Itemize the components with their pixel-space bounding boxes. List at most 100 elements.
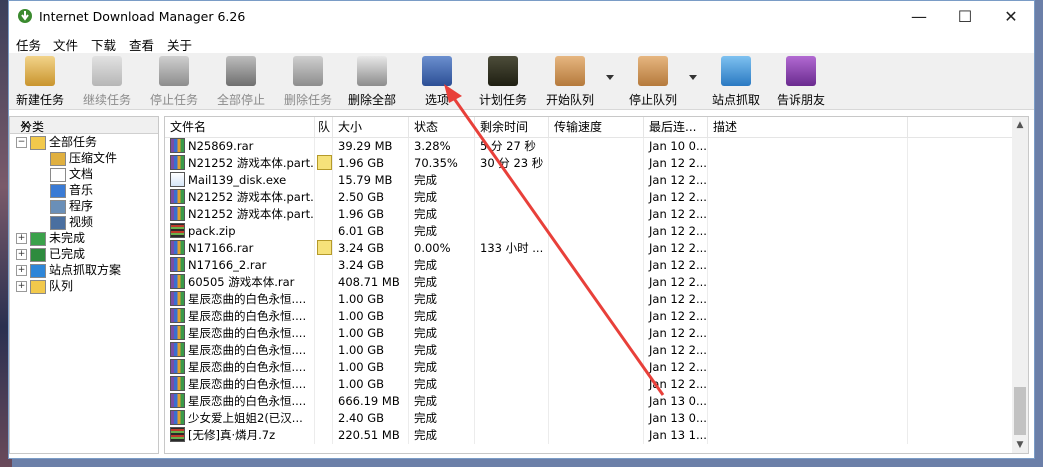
table-row[interactable]: N17166_2.rar 3.24 GB 完成 Jan 12 2... bbox=[165, 257, 1012, 274]
options-button[interactable]: 选项 bbox=[413, 56, 461, 108]
expand-icon[interactable]: + bbox=[16, 233, 27, 244]
cell-desc bbox=[708, 308, 908, 325]
cell-desc bbox=[708, 223, 908, 240]
stop-all-button[interactable]: 全部停止 bbox=[213, 56, 269, 108]
table-row[interactable]: 星辰恋曲的白色永恒.... 1.00 GB 完成 Jan 12 2... bbox=[165, 359, 1012, 376]
col-queue[interactable]: 队 bbox=[315, 117, 333, 137]
vertical-scrollbar[interactable]: ▲ ▼ bbox=[1012, 117, 1028, 453]
close-button[interactable]: ✕ bbox=[988, 1, 1034, 32]
window-title: Internet Download Manager 6.26 bbox=[39, 9, 246, 24]
rar-file-icon bbox=[170, 291, 185, 306]
table-row[interactable]: 少女爱上姐姐2(已汉... 2.40 GB 完成 Jan 13 0... bbox=[165, 410, 1012, 427]
category-close-icon[interactable]: × bbox=[20, 118, 152, 133]
queue-folder-icon bbox=[30, 279, 46, 294]
cell-last: Jan 13 0... bbox=[644, 410, 708, 427]
table-row[interactable]: 60505 游戏本体.rar 408.71 MB 完成 Jan 12 2... bbox=[165, 274, 1012, 291]
cell-name: 少女爱上姐姐2(已汉... bbox=[165, 410, 315, 427]
col-size[interactable]: 大小 bbox=[333, 117, 409, 137]
table-row[interactable]: N21252 游戏本体.part... 2.50 GB 完成 Jan 12 2... bbox=[165, 189, 1012, 206]
start-queue-button[interactable]: 开始队列 bbox=[542, 56, 598, 108]
site-grabber-icon bbox=[721, 56, 751, 86]
cell-name: N17166.rar bbox=[165, 240, 315, 257]
table-row[interactable]: 星辰恋曲的白色永恒.... 1.00 GB 完成 Jan 12 2... bbox=[165, 291, 1012, 308]
sidebar-item-8[interactable]: + 站点抓取方案 bbox=[16, 262, 121, 278]
sidebar-item-0[interactable]: − 全部任务 bbox=[16, 134, 97, 150]
col-desc[interactable]: 描述 bbox=[708, 117, 908, 137]
stop-queue-button[interactable]: 停止队列 bbox=[625, 56, 681, 108]
cell-q bbox=[315, 393, 333, 410]
col-last[interactable]: 最后连... bbox=[644, 117, 708, 137]
resume-button[interactable]: 继续任务 bbox=[79, 56, 135, 108]
new-task-button[interactable]: 新建任务 bbox=[12, 56, 68, 108]
sidebar-item-4[interactable]: 程序 bbox=[50, 198, 93, 214]
sidebar-item-6[interactable]: + 未完成 bbox=[16, 230, 85, 246]
cell-remaining: 30 分 23 秒 bbox=[475, 155, 549, 172]
finished-icon bbox=[30, 247, 46, 262]
col-remaining[interactable]: 剩余时间 bbox=[475, 117, 549, 137]
cell-remaining bbox=[475, 325, 549, 342]
stop-button[interactable]: 停止任务 bbox=[146, 56, 202, 108]
sidebar-item-1[interactable]: 压缩文件 bbox=[50, 150, 117, 166]
table-row[interactable]: N21252 游戏本体.part... 1.96 GB 完成 Jan 12 2... bbox=[165, 206, 1012, 223]
cell-status: 完成 bbox=[409, 257, 475, 274]
table-row[interactable]: Mail139_disk.exe 15.79 MB 完成 Jan 12 2... bbox=[165, 172, 1012, 189]
menu-file[interactable]: 文件 bbox=[53, 35, 78, 54]
cell-name: N25869.rar bbox=[165, 138, 315, 155]
table-row[interactable]: N21252 游戏本体.part... 1.96 GB 70.35% 30 分 23 … bbox=[165, 155, 1012, 172]
minimize-button[interactable]: — bbox=[896, 1, 942, 32]
stop-queue-dropdown-icon[interactable] bbox=[689, 75, 697, 80]
scroll-down-icon[interactable]: ▼ bbox=[1012, 437, 1028, 453]
col-status[interactable]: 状态 bbox=[409, 117, 475, 137]
idm-window: Internet Download Manager 6.26 — ☐ ✕ 任务 … bbox=[8, 0, 1035, 459]
cell-size: 3.24 GB bbox=[333, 240, 409, 257]
expand-icon[interactable]: + bbox=[16, 249, 27, 260]
delete-all-button[interactable]: 删除全部 bbox=[343, 56, 401, 108]
table-row[interactable]: [无修]真·燐月.7z 220.51 MB 完成 Jan 13 1... bbox=[165, 427, 1012, 444]
collapse-icon[interactable]: − bbox=[16, 137, 27, 148]
menu-download[interactable]: 下载 bbox=[91, 35, 116, 54]
table-row[interactable]: 星辰恋曲的白色永恒.... 1.00 GB 完成 Jan 12 2... bbox=[165, 342, 1012, 359]
exe-file-icon bbox=[170, 172, 185, 187]
table-row[interactable]: 星辰恋曲的白色永恒.... 1.00 GB 完成 Jan 12 2... bbox=[165, 308, 1012, 325]
file-name: Mail139_disk.exe bbox=[188, 173, 287, 187]
sidebar-item-3[interactable]: 音乐 bbox=[50, 182, 93, 198]
cell-last: Jan 12 2... bbox=[644, 359, 708, 376]
menu-task[interactable]: 任务 bbox=[16, 35, 41, 54]
sidebar-item-7[interactable]: + 已完成 bbox=[16, 246, 85, 262]
col-speed[interactable]: 传输速度 bbox=[549, 117, 644, 137]
title-bar[interactable]: Internet Download Manager 6.26 — ☐ ✕ bbox=[9, 1, 1034, 32]
cell-status: 完成 bbox=[409, 223, 475, 240]
col-filename[interactable]: 文件名 bbox=[165, 117, 315, 137]
menu-bar: 任务 文件 下载 查看 关于 bbox=[9, 32, 1034, 53]
table-row[interactable]: pack.zip 6.01 GB 完成 Jan 12 2... bbox=[165, 223, 1012, 240]
maximize-button[interactable]: ☐ bbox=[942, 1, 988, 32]
table-row[interactable]: 星辰恋曲的白色永恒.... 1.00 GB 完成 Jan 12 2... bbox=[165, 376, 1012, 393]
cell-desc bbox=[708, 155, 908, 172]
cell-name: N21252 游戏本体.part... bbox=[165, 155, 315, 172]
delete-button[interactable]: 删除任务 bbox=[280, 56, 336, 108]
cell-remaining bbox=[475, 393, 549, 410]
scheduler-button[interactable]: 计划任务 bbox=[475, 56, 531, 108]
table-row[interactable]: N17166.rar 3.24 GB 0.00% 133 小时 ... Jan 12 2… bbox=[165, 240, 1012, 257]
sidebar-item-9[interactable]: + 队列 bbox=[16, 278, 73, 294]
expand-icon[interactable]: + bbox=[16, 281, 27, 292]
scroll-up-icon[interactable]: ▲ bbox=[1012, 117, 1028, 133]
table-row[interactable]: 星辰恋曲的白色永恒.... 1.00 GB 完成 Jan 12 2... bbox=[165, 325, 1012, 342]
scroll-thumb[interactable] bbox=[1014, 387, 1026, 435]
sidebar-item-5[interactable]: 视频 bbox=[50, 214, 93, 230]
cell-speed bbox=[549, 206, 644, 223]
site-grabber-button[interactable]: 站点抓取 bbox=[708, 56, 764, 108]
sidebar-item-2[interactable]: 文档 bbox=[50, 166, 93, 182]
cell-size: 1.00 GB bbox=[333, 342, 409, 359]
expand-icon[interactable]: + bbox=[16, 265, 27, 276]
table-row[interactable]: 星辰恋曲的白色永恒.... 666.19 MB 完成 Jan 13 0... bbox=[165, 393, 1012, 410]
start-queue-dropdown-icon[interactable] bbox=[606, 75, 614, 80]
cell-q bbox=[315, 427, 333, 444]
sidebar-item-label: 全部任务 bbox=[49, 135, 98, 149]
table-row[interactable]: N25869.rar 39.29 MB 3.28% 5 分 27 秒 Jan 10 0.… bbox=[165, 138, 1012, 155]
menu-about[interactable]: 关于 bbox=[167, 35, 192, 54]
sidebar-item-label: 未完成 bbox=[49, 231, 86, 245]
tell-friend-button[interactable]: 告诉朋友 bbox=[773, 56, 829, 108]
menu-view[interactable]: 查看 bbox=[129, 35, 154, 54]
program-icon bbox=[50, 199, 66, 214]
